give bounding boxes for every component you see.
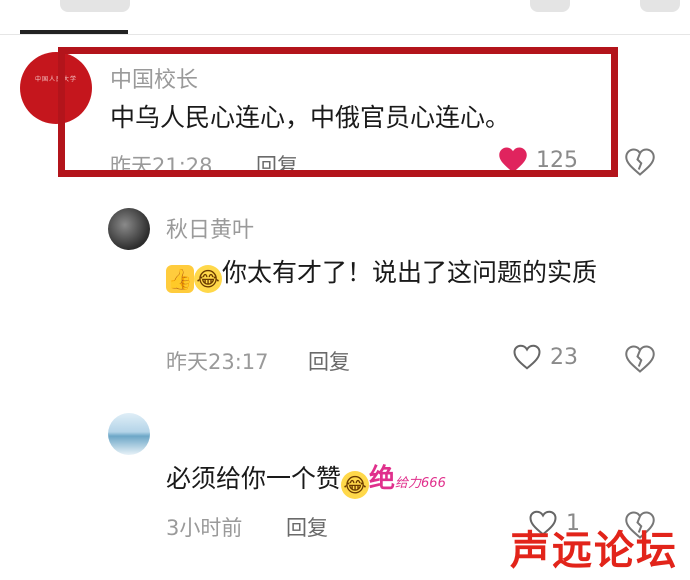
like-count: 23 [550,344,578,370]
heart-outline-icon [513,344,541,370]
avatar[interactable]: 中国人民大学 [20,52,92,124]
sticker-caption: 给力666 [395,476,446,491]
thumbs-up-emoji: 👍 [166,265,194,293]
laughing-emoji: 😂 [194,265,222,293]
avatar[interactable] [108,208,150,250]
top-cropped-element [640,0,680,12]
top-cropped-element [60,0,130,12]
sticker-text: 绝 [369,464,396,494]
top-cropped-element [530,0,570,12]
broken-heart-icon[interactable] [625,148,655,176]
comment-text: 你太有才了！说出了这问题的实质 [222,258,598,287]
site-watermark: 声远论坛 [510,528,678,574]
comment-time: 昨天23:17 [166,350,269,374]
comment-username[interactable]: 中国校长 [110,62,198,94]
comment-time: 昨天21:28 [110,154,213,178]
reply-button[interactable]: 回复 [286,512,328,542]
reply-button[interactable]: 回复 [256,150,298,180]
comment-username[interactable]: 秋日黄叶 [166,212,254,244]
comment-text: 中乌人民心连心，中俄官员心连心。 [110,103,511,132]
broken-heart-icon[interactable] [625,345,655,373]
comment-time: 3小时前 [166,516,243,540]
avatar[interactable] [108,413,150,455]
comment-body: 必须给你一个赞 😂绝给力666 [166,460,686,503]
reply-button[interactable]: 回复 [308,346,350,376]
comment-body: 👍 😂你太有才了！说出了这问题的实质 [166,254,686,293]
like-button[interactable]: 125 [498,146,578,174]
divider [0,34,690,35]
avatar-seal-text: 中国人民大学 [34,76,77,83]
like-button[interactable]: 23 [512,343,578,371]
heart-icon [499,147,527,173]
comment-text: 必须给你一个赞 [166,464,342,493]
laughing-emoji: 😂 [341,471,370,499]
like-count: 125 [536,147,578,173]
